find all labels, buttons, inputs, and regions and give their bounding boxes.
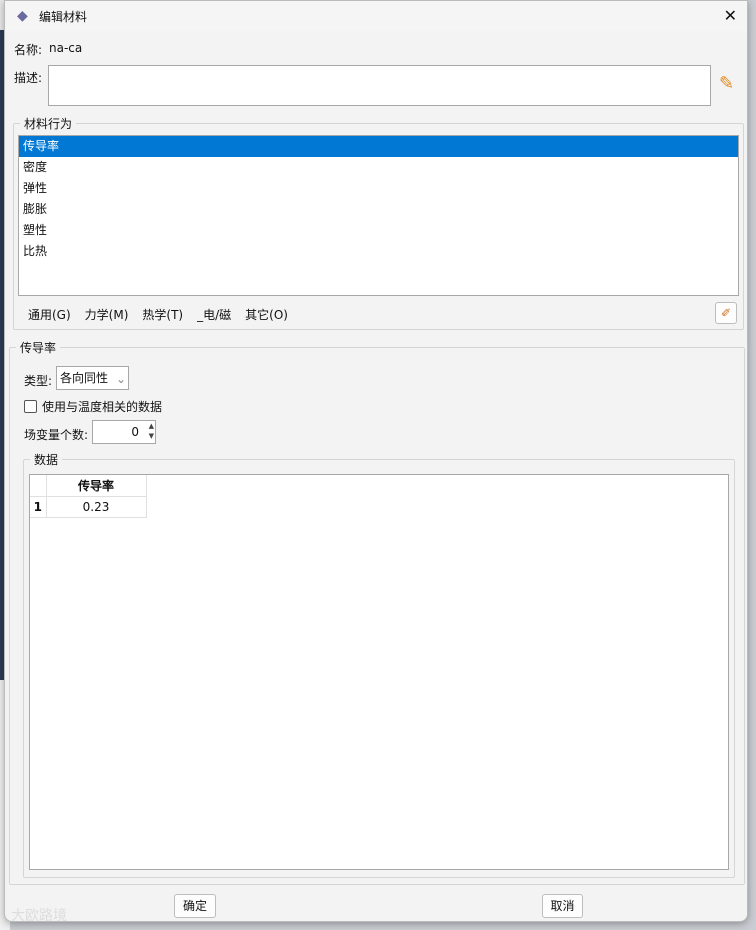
- field-variables-spinner[interactable]: 0 ▲ ▼: [92, 420, 156, 444]
- menu-mechanical[interactable]: 力学(M): [85, 308, 129, 322]
- table-cell[interactable]: 0.23: [45, 495, 147, 518]
- watermark: 大欧路境: [11, 908, 67, 924]
- close-button[interactable]: ✕: [724, 6, 737, 25]
- cancel-button[interactable]: 取消: [542, 894, 583, 918]
- menu-general[interactable]: 通用(G): [28, 308, 71, 322]
- data-table[interactable]: 传导率 1 0.23: [29, 474, 729, 870]
- row-number: 1: [30, 495, 47, 518]
- temperature-checkbox-label: 使用与温度相关的数据: [42, 400, 163, 414]
- eraser-icon: ✐: [720, 306, 732, 320]
- list-item[interactable]: 膨胀: [19, 199, 738, 220]
- menu-thermal[interactable]: 热学(T): [142, 308, 183, 322]
- list-item[interactable]: 传导率: [19, 136, 738, 157]
- field-variables-value: 0: [131, 425, 139, 439]
- eraser-button[interactable]: ✐: [715, 302, 737, 324]
- behavior-menu-bar: 通用(G) 力学(M) 热学(T) _电/磁 其它(O): [28, 306, 302, 323]
- list-item[interactable]: 弹性: [19, 178, 738, 199]
- ok-button[interactable]: 确定: [174, 894, 216, 918]
- type-select[interactable]: 各向同性 ⌄: [56, 366, 129, 390]
- title-bar: ◆ 编辑材料: [5, 1, 747, 31]
- type-label: 类型:: [24, 374, 53, 388]
- list-item[interactable]: 比热: [19, 241, 738, 262]
- app-icon: ◆: [17, 8, 28, 24]
- type-value: 各向同性: [60, 371, 109, 385]
- data-legend: 数据: [34, 453, 59, 467]
- behaviors-list[interactable]: 传导率 密度 弹性 膨胀 塑性 比热: [18, 135, 739, 296]
- description-input[interactable]: [48, 65, 711, 106]
- section-title: 传导率: [20, 341, 57, 355]
- name-value: na-ca: [49, 41, 83, 55]
- table-row: 1 0.23: [30, 495, 147, 518]
- window-title: 编辑材料: [39, 9, 88, 24]
- description-label: 描述:: [14, 71, 43, 85]
- chevron-down-icon: ⌄: [115, 372, 126, 386]
- edit-material-dialog: ◆ 编辑材料 ✕ 名称: na-ca 描述: ✎ 材料行为 传导率 密度 弹性 …: [4, 0, 748, 924]
- menu-electrical[interactable]: _电/磁: [197, 308, 231, 322]
- spinner-arrows-icon[interactable]: ▲ ▼: [149, 421, 154, 441]
- menu-other[interactable]: 其它(O): [245, 308, 288, 322]
- field-variables-label: 场变量个数:: [24, 428, 89, 442]
- list-item[interactable]: 塑性: [19, 220, 738, 241]
- name-label: 名称:: [14, 43, 43, 57]
- list-item[interactable]: 密度: [19, 157, 738, 178]
- temperature-option[interactable]: 使用与温度相关的数据: [24, 398, 162, 415]
- temperature-checkbox[interactable]: [24, 400, 37, 413]
- edit-pencil-icon[interactable]: ✎: [719, 73, 734, 94]
- column-header[interactable]: 传导率: [45, 475, 147, 497]
- behaviors-legend: 材料行为: [24, 117, 73, 131]
